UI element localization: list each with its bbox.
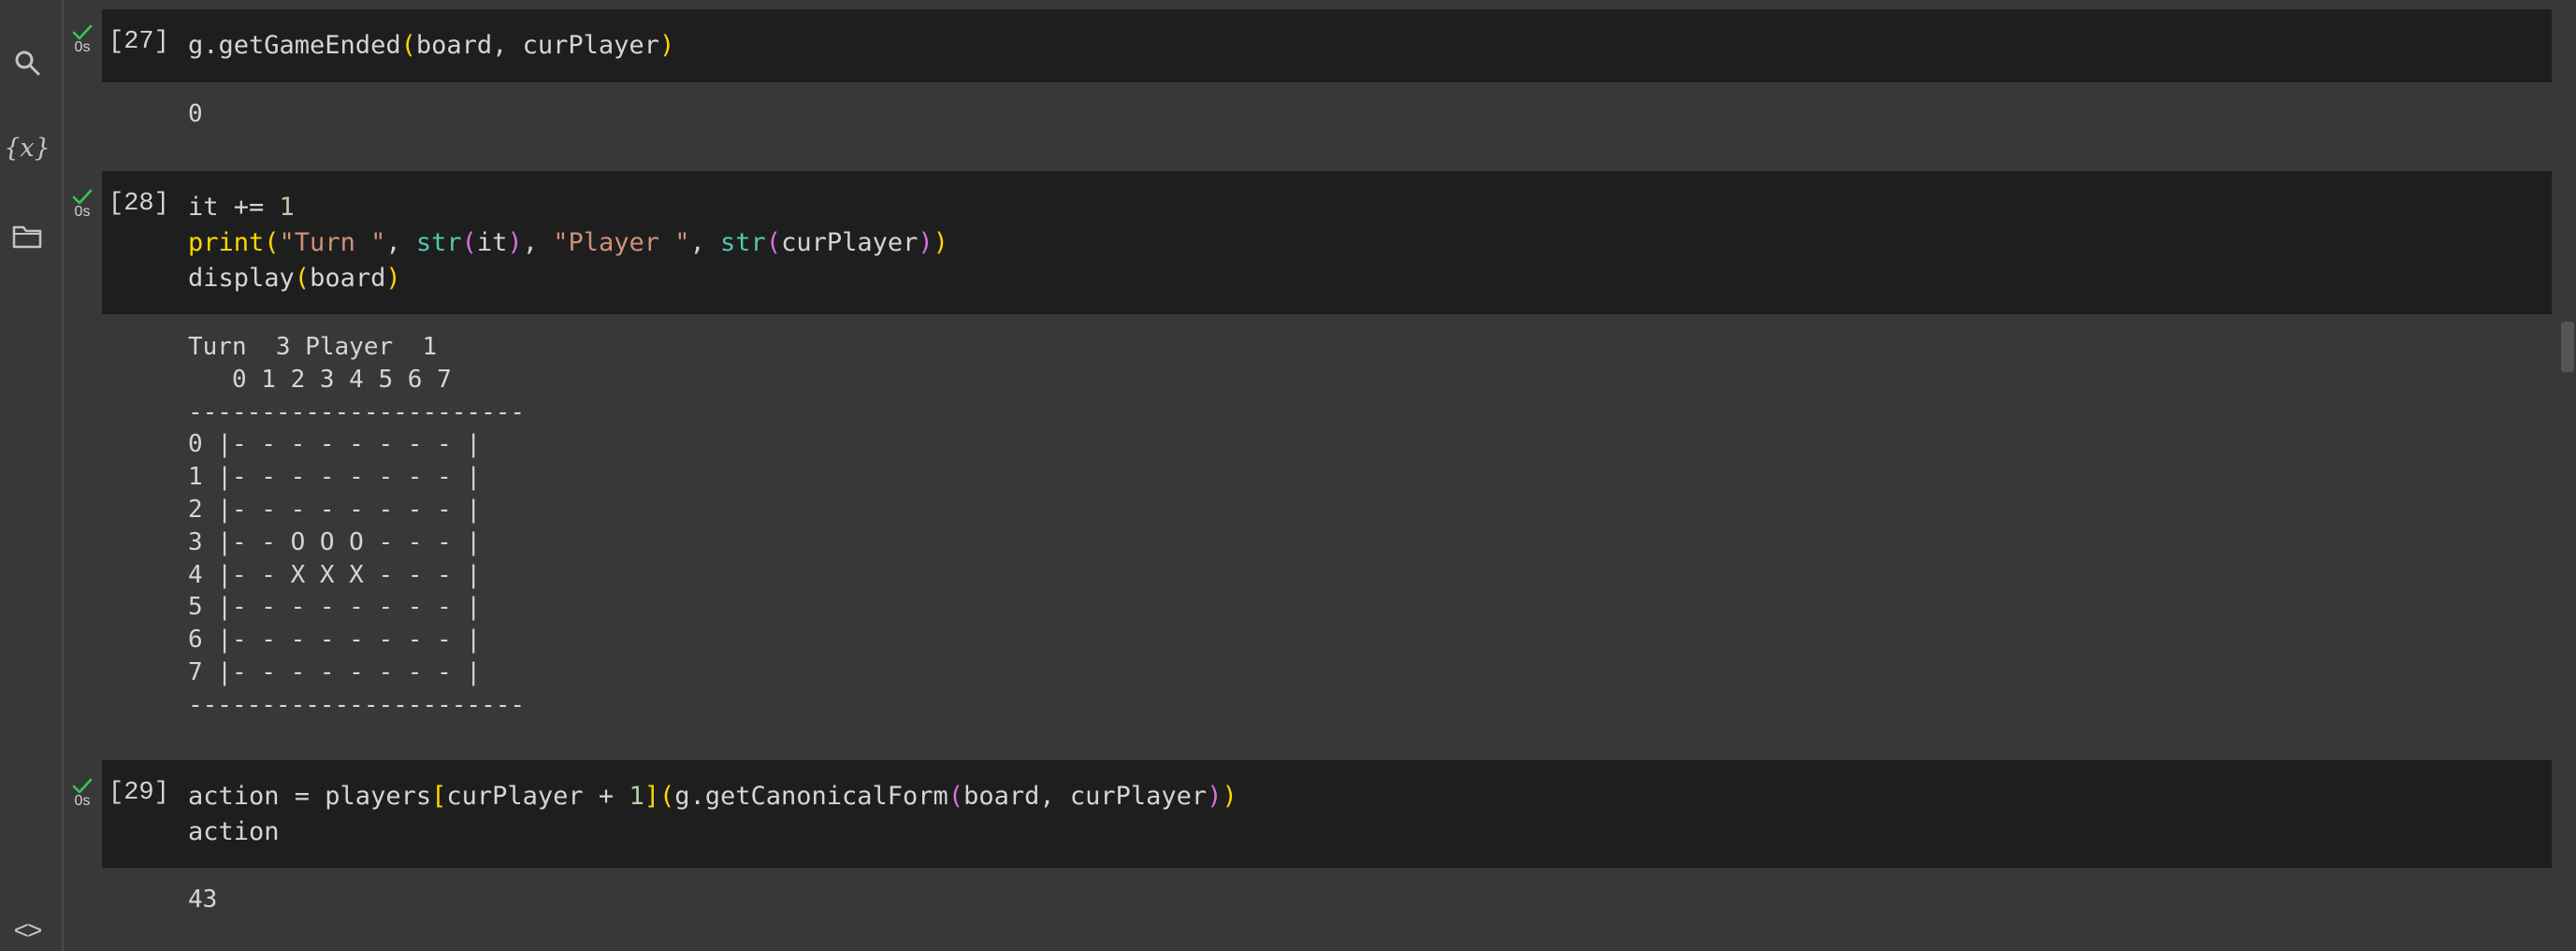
cell-run-status[interactable]: 0s [65,189,99,221]
output-line: 3 |- - O O O - - - | [188,527,482,556]
output-line: 2 |- - - - - - - - | [188,495,482,524]
vertical-scrollbar[interactable] [2561,322,2574,372]
output-line: 0 1 2 3 4 5 6 7 [188,365,452,394]
output-line: Turn 3 Player 1 [188,333,438,361]
output-line: ----------------------- [188,397,526,426]
folder-icon[interactable] [11,221,43,252]
search-icon[interactable] [11,47,43,79]
output-line: 0 |- - - - - - - - | [188,430,482,459]
output-line: 5 |- - - - - - - - | [188,593,482,622]
output-line: 7 |- - - - - - - - | [188,657,482,686]
cell-run-status[interactable]: 0s [65,778,99,810]
cell-run-status[interactable]: 0s [65,24,99,56]
execution-count: [27] [109,28,169,56]
run-duration: 0s [74,793,91,809]
output-line: 1 |- - - - - - - - | [188,463,482,492]
left-sidebar: {x} <> [0,0,64,951]
run-duration: 0s [74,204,91,220]
output-line: 6 |- - - - - - - - | [188,626,482,655]
code-block[interactable]: action = players[curPlayer + 1](g.getCan… [188,779,1237,850]
run-duration: 0s [74,39,91,55]
variables-icon[interactable]: {x} [4,133,51,165]
cell-output: Turn 3 Player 1 0 1 2 3 4 5 6 7 --------… [188,331,525,722]
code-line[interactable]: g.getGameEnded(board, curPlayer) [188,28,674,64]
output-line: ----------------------- [188,690,526,719]
cell-output: 0 [188,100,203,128]
cell-output: 43 [188,886,218,914]
output-line: 4 |- - X X X - - - | [188,560,482,589]
execution-count: [29] [109,779,169,807]
code-block[interactable]: it += 1 print("Turn ", str(it), "Player … [188,190,948,296]
code-snippets-icon[interactable]: <> [11,915,43,946]
execution-count: [28] [109,190,169,218]
